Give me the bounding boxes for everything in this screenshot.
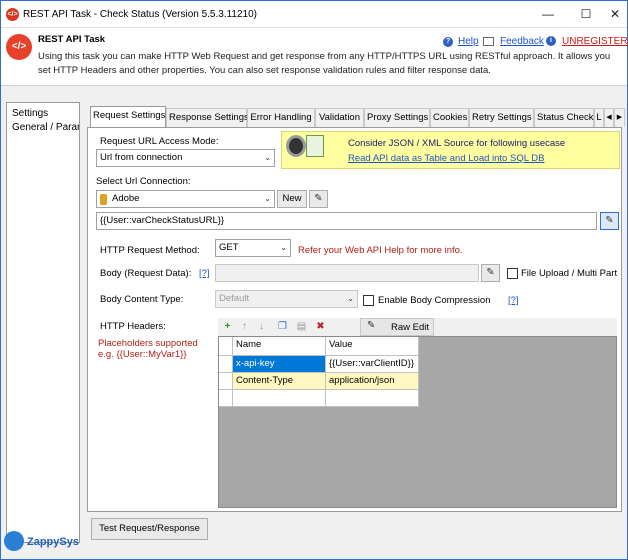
body-help-link[interactable]: [?] [199,268,210,279]
content-type-select[interactable]: Default ⌄ [215,290,358,308]
usecase-text: Consider JSON / XML Source for following… [348,138,566,149]
file-upload-checkbox[interactable] [507,268,518,279]
app-icon: </> [6,8,19,21]
header-description: Using this task you can make HTTP Web Re… [38,51,611,76]
new-connection-button[interactable]: New [277,190,307,208]
placeholder-note-1: Placeholders supported [98,338,198,349]
title-bar: </> REST API Task - Check Status (Versio… [1,1,627,28]
header-value-cell[interactable]: {{User::varClientID}} [326,356,419,373]
table-load-icon [306,135,324,157]
tab-error-handling[interactable]: Error Handling [247,108,315,127]
chevron-down-icon: ⌄ [264,153,271,162]
tab-validation[interactable]: Validation [315,108,364,127]
url-connection-value: Adobe [112,193,140,204]
url-access-mode-value: Url from connection [100,152,183,163]
method-label: HTTP Request Method: [100,245,200,256]
grid-corner [219,337,233,356]
row-header[interactable] [219,373,233,390]
header-title: REST API Task [38,34,106,45]
url-connection-label: Select Url Connection: [96,176,191,187]
edit-icon: ✎ [314,193,323,204]
chevron-down-icon: ⌄ [347,294,354,303]
delete-row-icon[interactable]: ✖ [314,320,327,333]
paste-icon[interactable]: ▤ [295,320,308,333]
connection-icon [100,194,107,205]
usecase-link[interactable]: Read API data as Table and Load into SQL… [348,153,544,164]
minimize-button[interactable]: — [533,5,563,23]
help-icon: ? [443,37,453,47]
left-nav-panel: Settings General / Parar [6,102,80,543]
headers-label: HTTP Headers: [100,321,166,332]
file-upload-label: File Upload / Multi Part [521,268,618,279]
row-header[interactable] [219,390,233,407]
tab-scroll-left-button[interactable]: ◀ [604,108,614,127]
header-name-cell[interactable]: x-api-key [233,356,326,373]
rest-api-logo-icon: </> [6,34,32,60]
body-label: Body (Request Data): [100,268,192,279]
url-connection-select[interactable]: Adobe ⌄ [96,190,275,208]
unregistered-link[interactable]: UNREGISTERED [562,36,628,47]
placeholder-note-2: e.g. {{User::MyVar1}} [98,349,187,360]
move-up-icon[interactable]: ↑ [238,320,251,333]
grid-header-value: Value [326,337,419,356]
chevron-down-icon: ⌄ [280,243,287,252]
method-value: GET [219,242,239,253]
tab-overflow[interactable]: L [594,108,604,127]
add-row-icon[interactable]: + [221,320,234,333]
test-request-button[interactable]: Test Request/Response [91,518,208,540]
tab-status-check[interactable]: Status Check [534,108,594,127]
headers-toolbar: + ↑ ↓ ❐ ▤ ✖ ✎ Raw Edit [218,318,617,336]
compression-label: Enable Body Compression [378,295,491,306]
feedback-link[interactable]: Feedback [500,36,544,47]
move-down-icon[interactable]: ↓ [255,320,268,333]
tab-request-settings[interactable]: Request Settings [90,106,166,128]
feedback-icon [483,37,494,46]
edit-body-button[interactable]: ✎ [481,264,500,282]
tab-scroll-right-button[interactable]: ▶ [614,108,625,127]
brand-name: ZappySys [27,536,79,548]
raw-edit-button[interactable]: ✎ Raw Edit [360,318,434,336]
close-button[interactable]: ✕ [600,5,628,23]
usecase-hint-box: Consider JSON / XML Source for following… [281,131,620,169]
grid-header-name: Name [233,337,326,356]
nav-item-settings[interactable]: Settings [12,108,48,119]
tab-retry-settings[interactable]: Retry Settings [469,108,534,127]
url-access-mode-select[interactable]: Url from connection ⌄ [96,149,275,167]
row-header[interactable] [219,356,233,373]
header-name-cell[interactable] [233,390,326,407]
edit-connection-button[interactable]: ✎ [309,190,328,208]
nav-item-general-params[interactable]: General / Parar [12,122,79,133]
maximize-button[interactable]: ☐ [571,5,601,23]
url-input[interactable]: {{User::varCheckStatusURL}} [96,212,597,230]
compression-checkbox[interactable] [363,295,374,306]
copy-icon[interactable]: ❐ [276,320,289,333]
info-icon: i [546,36,556,46]
help-link[interactable]: Help [458,36,479,47]
url-access-mode-label: Request URL Access Mode: [100,136,219,147]
compression-help-link[interactable]: [?] [508,295,519,306]
chevron-down-icon: ⌄ [264,194,271,203]
task-header: </> REST API Task Using this task you ca… [1,28,628,86]
header-name-cell[interactable]: Content-Type [233,373,326,390]
tab-proxy-settings[interactable]: Proxy Settings [364,108,430,127]
window-title: REST API Task - Check Status (Version 5.… [23,9,258,20]
edit-icon: ✎ [486,267,495,278]
method-select[interactable]: GET ⌄ [215,239,291,257]
content-type-label: Body Content Type: [100,294,184,305]
method-hint: Refer your Web API Help for more info. [298,245,463,256]
body-input[interactable] [215,264,479,282]
raw-edit-label: Raw Edit [391,322,430,333]
header-value-cell[interactable] [326,390,419,407]
header-value-cell[interactable]: application/json [326,373,419,390]
edit-icon: ✎ [605,215,614,226]
json-source-icon [286,135,306,157]
tab-response-settings[interactable]: Response Settings [166,108,249,127]
edit-icon: ✎ [367,320,376,331]
tab-cookies[interactable]: Cookies [430,108,469,127]
content-type-value: Default [219,293,250,304]
zappysys-logo-icon [4,531,24,551]
headers-grid: Name Value x-api-key {{User::varClientID… [218,336,617,508]
edit-url-button[interactable]: ✎ [600,212,619,230]
